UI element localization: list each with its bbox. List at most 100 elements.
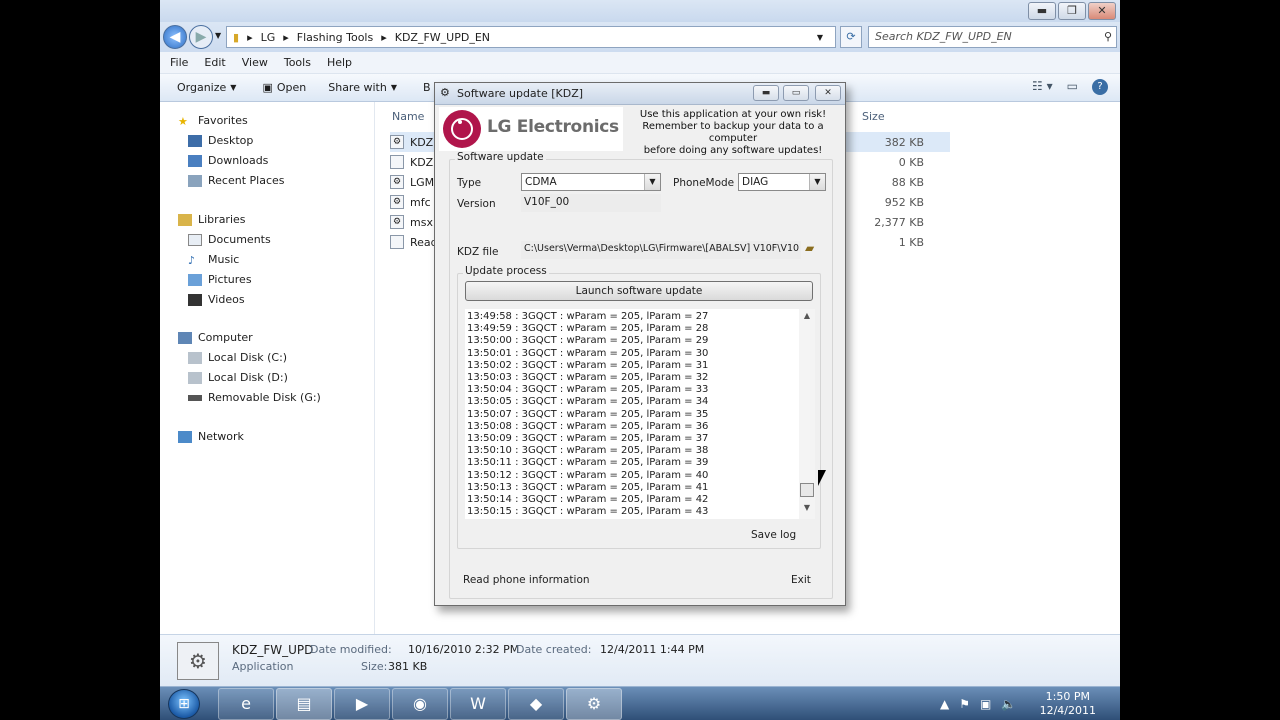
- update-log[interactable]: 13:49:58 : 3GQCT : wParam = 205, lParam …: [465, 309, 815, 519]
- read-phone-information-button[interactable]: Read phone information: [463, 574, 590, 586]
- scroll-thumb[interactable]: [800, 483, 814, 497]
- breadcrumb-separator-icon: ▸: [381, 30, 387, 44]
- minimize-button[interactable]: ▬: [1028, 2, 1056, 20]
- breadcrumb-lg[interactable]: LG: [261, 31, 276, 44]
- close-button[interactable]: ✕: [1088, 2, 1116, 20]
- share-with-button[interactable]: Share with ▼: [328, 81, 401, 94]
- launch-software-update-button[interactable]: Launch software update: [465, 281, 813, 301]
- software-update-group-label: Software update: [455, 151, 546, 163]
- nav-favorites[interactable]: ★ Favorites: [178, 114, 248, 128]
- column-header-name[interactable]: Name: [392, 110, 424, 123]
- save-log-button[interactable]: Save log: [751, 529, 796, 541]
- dll-icon: ⚙: [390, 195, 404, 209]
- nav-documents[interactable]: Documents: [188, 233, 271, 246]
- lg-logo-banner: LG Electronics: [439, 107, 623, 151]
- kdz-file-path[interactable]: C:\Users\Verma\Desktop\LG\Firmware\[ABAL…: [521, 241, 801, 259]
- folder-icon[interactable]: ▤: [276, 688, 332, 720]
- details-created-value: 12/4/2011 1:44 PM: [600, 643, 705, 656]
- back-button[interactable]: ◀: [163, 25, 187, 49]
- dll-icon: ⚙: [390, 175, 404, 189]
- dialog-close-button[interactable]: ✕: [815, 85, 841, 101]
- burn-button[interactable]: B: [423, 81, 431, 94]
- recent-pages-chevron-icon[interactable]: ▼: [215, 31, 221, 40]
- nav-videos[interactable]: Videos: [188, 293, 245, 306]
- kdz-gear-icon[interactable]: ⚙: [566, 688, 622, 720]
- exit-button[interactable]: Exit: [791, 574, 811, 586]
- address-bar[interactable]: ▮ ▸ LG ▸ Flashing Tools ▸ KDZ_FW_UPD_EN …: [226, 26, 836, 48]
- nav-computer[interactable]: Computer: [178, 331, 253, 344]
- address-dropdown-icon[interactable]: ▼: [817, 33, 823, 42]
- nav-network[interactable]: Network: [178, 430, 244, 443]
- word-icon[interactable]: W: [450, 688, 506, 720]
- nav-desktop[interactable]: Desktop: [188, 134, 253, 147]
- maximize-button[interactable]: ❐: [1058, 2, 1086, 20]
- phonemode-select[interactable]: DIAG ▼: [738, 173, 826, 191]
- search-icon[interactable]: ⚲: [1104, 27, 1112, 47]
- nav-libraries[interactable]: Libraries: [178, 213, 246, 226]
- kdz-file-label: KDZ file: [457, 246, 499, 258]
- menu-edit[interactable]: Edit: [204, 56, 225, 69]
- media-player-icon[interactable]: ▶: [334, 688, 390, 720]
- action-center-flag-icon[interactable]: ⚑: [959, 697, 970, 711]
- log-line: 13:49:58 : 3GQCT : wParam = 205, lParam …: [467, 311, 709, 322]
- log-line: 13:50:10 : 3GQCT : wParam = 205, lParam …: [467, 445, 709, 457]
- help-icon[interactable]: ?: [1092, 79, 1108, 95]
- menu-view[interactable]: View: [242, 56, 268, 69]
- nav-local-disk-d[interactable]: Local Disk (D:): [188, 371, 288, 384]
- organize-button[interactable]: Organize ▼: [177, 81, 240, 94]
- dialog-maximize-button[interactable]: ▭: [783, 85, 809, 101]
- log-scrollbar[interactable]: ▲ ▼: [799, 309, 815, 519]
- flash-tool-icon[interactable]: ◆: [508, 688, 564, 720]
- explorer-titlebar: ▬ ❐ ✕: [160, 0, 1120, 22]
- breadcrumb-separator-icon: ▸: [247, 30, 253, 44]
- breadcrumb-kdz[interactable]: KDZ_FW_UPD_EN: [395, 31, 490, 44]
- search-input[interactable]: Search KDZ_FW_UPD_EN ⚲: [868, 26, 1117, 48]
- forward-button[interactable]: ▶: [189, 25, 213, 49]
- open-icon: ▣: [262, 81, 273, 94]
- nav-music[interactable]: ♪ Music: [188, 253, 239, 267]
- details-filename: KDZ_FW_UPD: [232, 643, 314, 657]
- network-status-icon[interactable]: ▣: [980, 697, 991, 711]
- chevron-down-icon: ▼: [644, 174, 660, 190]
- search-placeholder: Search KDZ_FW_UPD_EN: [875, 30, 1012, 43]
- dialog-title: Software update [KDZ]: [457, 87, 584, 100]
- dialog-titlebar: ⚙ Software update [KDZ] ▬ ▭ ✕: [435, 83, 845, 105]
- column-header-size[interactable]: Size: [862, 110, 885, 123]
- scroll-down-icon[interactable]: ▼: [799, 503, 815, 517]
- menu-file[interactable]: File: [170, 56, 188, 69]
- refresh-icon[interactable]: ⟳: [840, 26, 862, 48]
- open-folder-icon[interactable]: ▰: [805, 241, 814, 255]
- nav-local-disk-c[interactable]: Local Disk (C:): [188, 351, 287, 364]
- type-select[interactable]: CDMA ▼: [521, 173, 661, 191]
- windows-orb-icon[interactable]: ⊞: [168, 689, 200, 719]
- nav-downloads[interactable]: Downloads: [188, 154, 268, 167]
- nav-pictures[interactable]: Pictures: [188, 273, 252, 286]
- menu-tools[interactable]: Tools: [284, 56, 311, 69]
- downloads-icon: [188, 154, 202, 167]
- open-button[interactable]: ▣ Open: [262, 81, 306, 94]
- log-line: 13:50:00 : 3GQCT : wParam = 205, lParam …: [467, 335, 709, 347]
- clock[interactable]: 1:50 PM 12/4/2011: [1040, 690, 1096, 718]
- videos-icon: [188, 293, 202, 306]
- volume-icon[interactable]: 🔈: [1001, 697, 1016, 711]
- file-size: 2,377 KB: [874, 216, 924, 229]
- firefox-icon[interactable]: ◉: [392, 688, 448, 720]
- chevron-down-icon: ▼: [809, 174, 825, 190]
- nav-removable-disk-g[interactable]: Removable Disk (G:): [188, 391, 321, 404]
- log-line: 13:50:14 : 3GQCT : wParam = 205, lParam …: [467, 494, 709, 506]
- show-hidden-icons-icon[interactable]: ▲: [940, 697, 949, 711]
- computer-icon: [178, 331, 192, 344]
- nav-recent-places[interactable]: Recent Places: [188, 174, 285, 187]
- menu-help[interactable]: Help: [327, 56, 352, 69]
- internet-explorer-icon[interactable]: e: [218, 688, 274, 720]
- scroll-up-icon[interactable]: ▲: [799, 311, 815, 325]
- log-line: 13:50:02 : 3GQCT : wParam = 205, lParam …: [467, 359, 709, 371]
- preview-pane-icon[interactable]: ▭: [1067, 79, 1078, 95]
- menu-bar: File Edit View Tools Help: [160, 52, 1120, 74]
- taskbar: ⊞ e ▤ ▶ ◉ W ◆ ⚙ ▲ ⚑ ▣ 🔈 1:50 PM 12/4/201…: [160, 686, 1120, 720]
- recent-places-icon: [188, 174, 202, 187]
- view-options-icon[interactable]: ☷ ▾: [1032, 79, 1053, 95]
- dialog-minimize-button[interactable]: ▬: [753, 85, 779, 101]
- clock-time: 1:50 PM: [1045, 690, 1090, 703]
- breadcrumb-flashing-tools[interactable]: Flashing Tools: [297, 31, 373, 44]
